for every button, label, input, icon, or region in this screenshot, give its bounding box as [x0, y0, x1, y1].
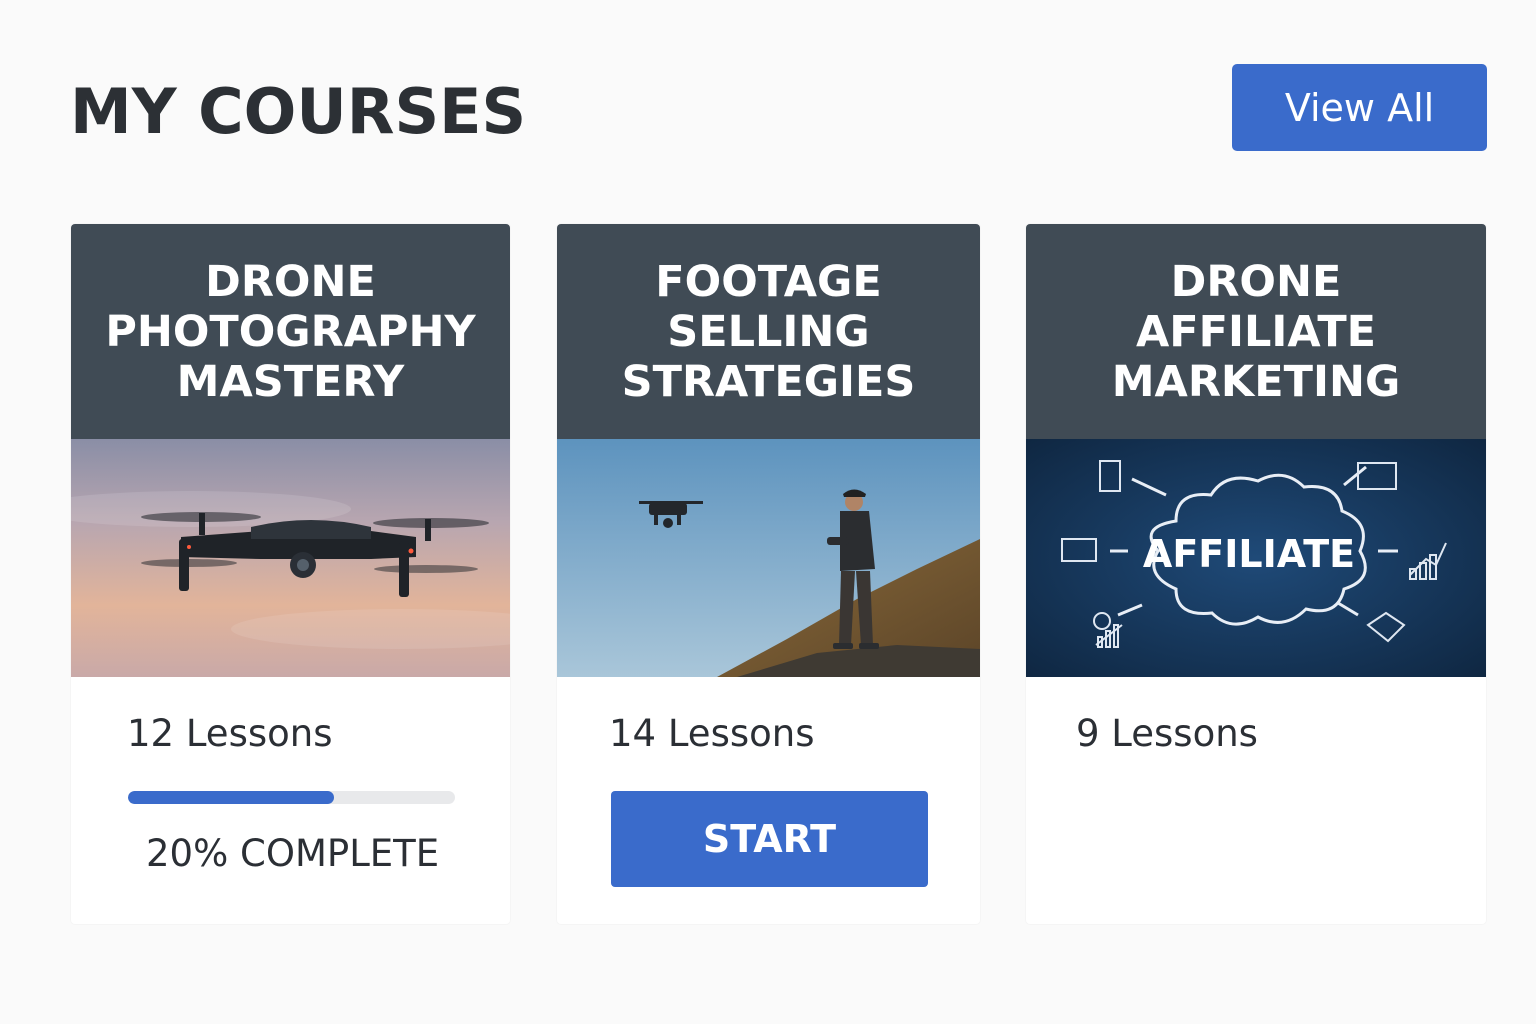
course-card-header: FOOTAGE SELLING STRATEGIES [557, 224, 980, 439]
course-title: DRONE AFFILIATE MARKETING [1111, 256, 1401, 407]
start-course-button[interactable]: START [611, 791, 928, 887]
view-all-button[interactable]: View All [1232, 64, 1487, 151]
course-card-affiliate-marketing[interactable]: DRONE AFFILIATE MARKETING AFFILIATE 9 Le… [1026, 224, 1486, 924]
progress-bar [128, 791, 455, 804]
progress-label: 20% COMPLETE [146, 832, 440, 875]
course-image-affiliate: AFFILIATE [1026, 439, 1486, 677]
course-title: FOOTAGE SELLING STRATEGIES [621, 256, 916, 407]
course-title: DRONE PHOTOGRAPHY MASTERY [105, 256, 476, 407]
course-card-drone-photography[interactable]: DRONE PHOTOGRAPHY MASTERY 12 Lessons 20%… [71, 224, 510, 924]
course-image-drone [71, 439, 510, 677]
affiliate-image-text: AFFILIATE [1143, 532, 1355, 576]
course-image-pilot [557, 439, 980, 677]
courses-page: MY COURSES View All DRONE PHOTOGRAPHY MA… [0, 0, 1536, 1024]
page-title: MY COURSES [70, 75, 527, 148]
course-card-header: DRONE PHOTOGRAPHY MASTERY [71, 224, 510, 439]
progress-bar-fill [128, 791, 334, 804]
lesson-count: 9 Lessons [1076, 712, 1258, 755]
course-card-header: DRONE AFFILIATE MARKETING [1026, 224, 1486, 439]
course-card-footage-selling[interactable]: FOOTAGE SELLING STRATEGIES 14 Lessons ST… [557, 224, 980, 924]
lesson-count: 12 Lessons [127, 712, 333, 755]
lesson-count: 14 Lessons [609, 712, 815, 755]
